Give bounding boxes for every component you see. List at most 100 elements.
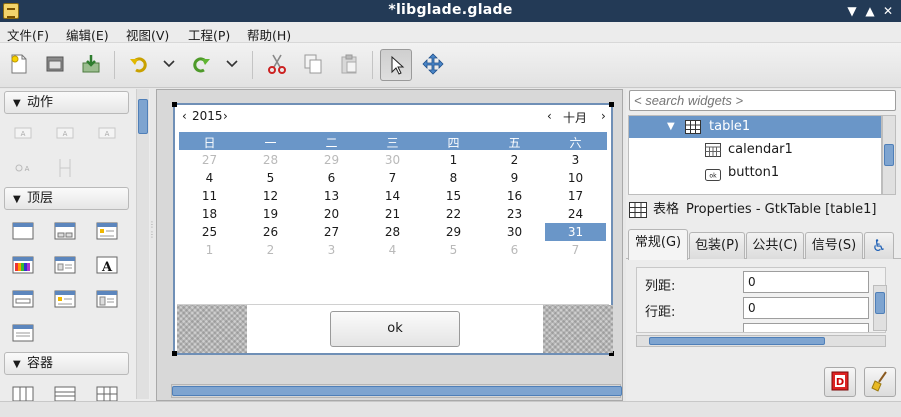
calendar-day[interactable]: 2 (484, 151, 545, 169)
canvas-scrollbar-thumb[interactable] (172, 386, 622, 396)
input-dialog-icon[interactable] (11, 288, 35, 310)
inspector-scrollbar-thumb[interactable] (884, 144, 894, 166)
devhelp-button[interactable]: D (824, 367, 856, 397)
inspector-scrollbar[interactable] (882, 115, 896, 195)
next-month-icon[interactable]: › (601, 109, 606, 123)
calendar-day[interactable]: 30 (484, 223, 545, 241)
calendar-day[interactable]: 27 (301, 223, 362, 241)
action-icon[interactable]: A (11, 122, 35, 144)
calendar-day-selected[interactable]: 31 (545, 223, 606, 241)
menu-project[interactable]: 工程(P) (188, 25, 230, 44)
paste-icon[interactable] (336, 51, 362, 77)
calendar-day[interactable]: 25 (179, 223, 240, 241)
chevron-down-icon[interactable]: ▼ (667, 116, 675, 138)
toggle-action-icon[interactable]: A (53, 122, 77, 144)
font-selection-dialog-icon[interactable]: A (95, 254, 119, 276)
menu-file[interactable]: 文件(F) (7, 25, 49, 44)
calendar-day[interactable]: 30 (362, 151, 423, 169)
calendar-day[interactable]: 21 (362, 205, 423, 223)
recent-action-icon[interactable]: A (11, 157, 35, 179)
tab-signals[interactable]: 信号(S) (805, 232, 863, 259)
calendar-day[interactable]: 13 (301, 187, 362, 205)
message-dialog-icon[interactable] (95, 220, 119, 242)
calendar-day[interactable]: 1 (179, 241, 240, 259)
open-file-icon[interactable] (42, 51, 68, 77)
close-icon[interactable]: ✕ (880, 3, 896, 19)
palette-group-toplevels[interactable]: ▼ 顶层 (4, 187, 129, 210)
file-chooser-dialog-icon[interactable] (53, 254, 77, 276)
palette-scrollbar-thumb[interactable] (138, 99, 148, 134)
calendar-day[interactable]: 12 (240, 187, 301, 205)
menu-edit[interactable]: 编辑(E) (66, 25, 109, 44)
maximize-icon[interactable]: ▲ (862, 3, 878, 19)
clear-button[interactable] (864, 367, 896, 397)
calendar-day[interactable]: 5 (423, 241, 484, 259)
calendar-day[interactable]: 18 (179, 205, 240, 223)
dialog-widget-icon[interactable] (53, 220, 77, 242)
calendar-day[interactable]: 23 (484, 205, 545, 223)
canvas-horizontal-scrollbar[interactable] (171, 384, 622, 398)
menu-view[interactable]: 视图(V) (126, 25, 169, 44)
calendar-day[interactable]: 29 (423, 223, 484, 241)
calendar-day[interactable]: 9 (484, 169, 545, 187)
calendar-day[interactable]: 5 (240, 169, 301, 187)
properties-horizontal-scrollbar[interactable] (636, 335, 886, 347)
calendar-day[interactable]: 15 (423, 187, 484, 205)
calendar-day[interactable]: 6 (484, 241, 545, 259)
window-widget-icon[interactable] (11, 220, 35, 242)
calendar-day[interactable]: 28 (362, 223, 423, 241)
calendar-day[interactable]: 17 (545, 187, 606, 205)
column-spacing-input[interactable]: 0 (743, 271, 869, 293)
assistant-dialog-icon[interactable] (95, 288, 119, 310)
radio-action-icon[interactable]: A (95, 122, 119, 144)
calendar-day[interactable]: 4 (362, 241, 423, 259)
copy-icon[interactable] (300, 51, 326, 77)
save-file-icon[interactable] (78, 51, 104, 77)
about-dialog-icon[interactable] (53, 288, 77, 310)
tab-accessibility[interactable]: ♿ (864, 232, 894, 259)
pane-separator-handle[interactable]: ⋮ ⋮ (148, 220, 156, 240)
tree-item-table1[interactable]: ▼ table1 (629, 116, 881, 138)
calendar-day[interactable]: 6 (301, 169, 362, 187)
design-window-widget[interactable]: ‹ 2015 › ‹ 十月 › 日一二三四五六 27 28 29 30 1 2 3 4 5 6 7 8… (172, 102, 614, 356)
undo-dropdown-chevron-down-icon[interactable] (158, 51, 180, 77)
calendar-day[interactable]: 26 (240, 223, 301, 241)
row-spacing-input[interactable]: 0 (743, 297, 869, 319)
calendar-day[interactable]: 16 (484, 187, 545, 205)
search-widgets-input[interactable] (629, 90, 896, 111)
calendar-day[interactable]: 3 (301, 241, 362, 259)
tree-item-button1[interactable]: ok button1 (629, 162, 881, 184)
prev-month-icon[interactable]: ‹ (547, 109, 552, 123)
tab-general[interactable]: 常规(G) (628, 229, 688, 260)
palette-scrollbar[interactable] (136, 89, 149, 399)
redo-icon[interactable] (188, 51, 214, 77)
property-input-partial[interactable] (743, 323, 869, 332)
drag-resize-mode-icon[interactable] (420, 51, 446, 77)
calendar-day[interactable]: 14 (362, 187, 423, 205)
pointer-mode-icon[interactable] (380, 49, 412, 81)
offscreen-window-icon[interactable] (11, 322, 35, 344)
tab-packing[interactable]: 包装(P) (689, 232, 745, 259)
calendar-day[interactable]: 19 (240, 205, 301, 223)
calendar-day[interactable]: 7 (545, 241, 606, 259)
calendar-day[interactable]: 20 (301, 205, 362, 223)
undo-icon[interactable] (126, 51, 152, 77)
tree-item-calendar1[interactable]: calendar1 (629, 139, 881, 161)
calendar-day[interactable]: 2 (240, 241, 301, 259)
properties-hscrollbar-thumb[interactable] (649, 337, 825, 345)
calendar-day[interactable]: 10 (545, 169, 606, 187)
properties-scrollbar[interactable] (873, 285, 887, 331)
calendar-day[interactable]: 29 (301, 151, 362, 169)
calendar-day[interactable]: 3 (545, 151, 606, 169)
calendar-day[interactable]: 22 (423, 205, 484, 223)
calendar-day[interactable]: 11 (179, 187, 240, 205)
calendar-day[interactable]: 24 (545, 205, 606, 223)
minimize-icon[interactable]: ▼ (844, 3, 860, 19)
next-year-icon[interactable]: › (223, 109, 228, 123)
placeholder-cell[interactable] (543, 305, 613, 353)
resize-handle[interactable] (609, 102, 614, 107)
palette-group-containers[interactable]: ▼ 容器 (4, 352, 129, 375)
calendar-day[interactable]: 1 (423, 151, 484, 169)
prev-year-icon[interactable]: ‹ (182, 109, 187, 123)
new-file-icon[interactable] (6, 51, 32, 77)
